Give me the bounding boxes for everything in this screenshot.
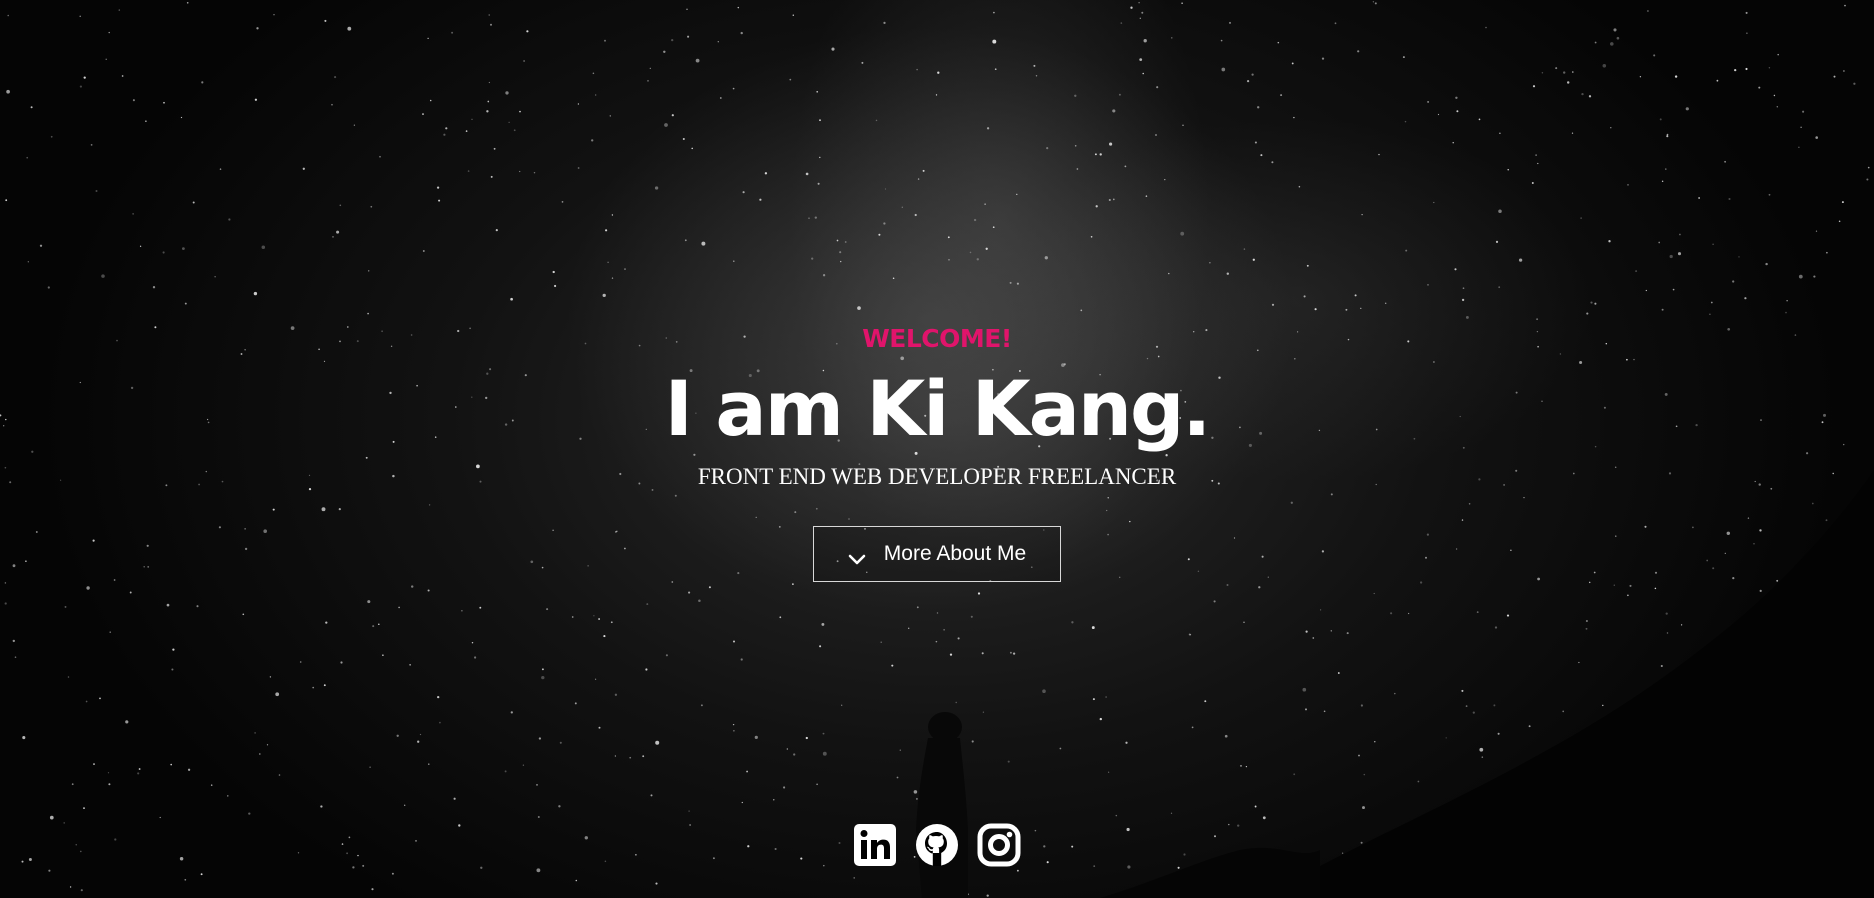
instagram-link[interactable] bbox=[977, 823, 1021, 867]
instagram-icon bbox=[977, 823, 1021, 867]
hero-subtitle: FRONT END WEB DEVELOPER FREELANCER bbox=[697, 464, 1177, 489]
github-icon bbox=[916, 824, 958, 866]
linkedin-icon bbox=[854, 824, 896, 866]
hero-section: WELCOME! I am Ki Kang. FRONT END WEB DEV… bbox=[0, 0, 1874, 898]
more-about-me-label: More About Me bbox=[883, 542, 1027, 565]
hero-title: I am Ki Kang. bbox=[664, 364, 1212, 453]
linkedin-link[interactable] bbox=[853, 823, 897, 867]
chevron-down-icon bbox=[848, 548, 866, 565]
welcome-label: WELCOME! bbox=[862, 324, 1012, 353]
github-link[interactable] bbox=[915, 823, 959, 867]
social-links bbox=[0, 823, 1874, 867]
hero-content: WELCOME! I am Ki Kang. FRONT END WEB DEV… bbox=[0, 318, 1874, 582]
more-about-me-button[interactable]: More About Me bbox=[813, 526, 1061, 582]
